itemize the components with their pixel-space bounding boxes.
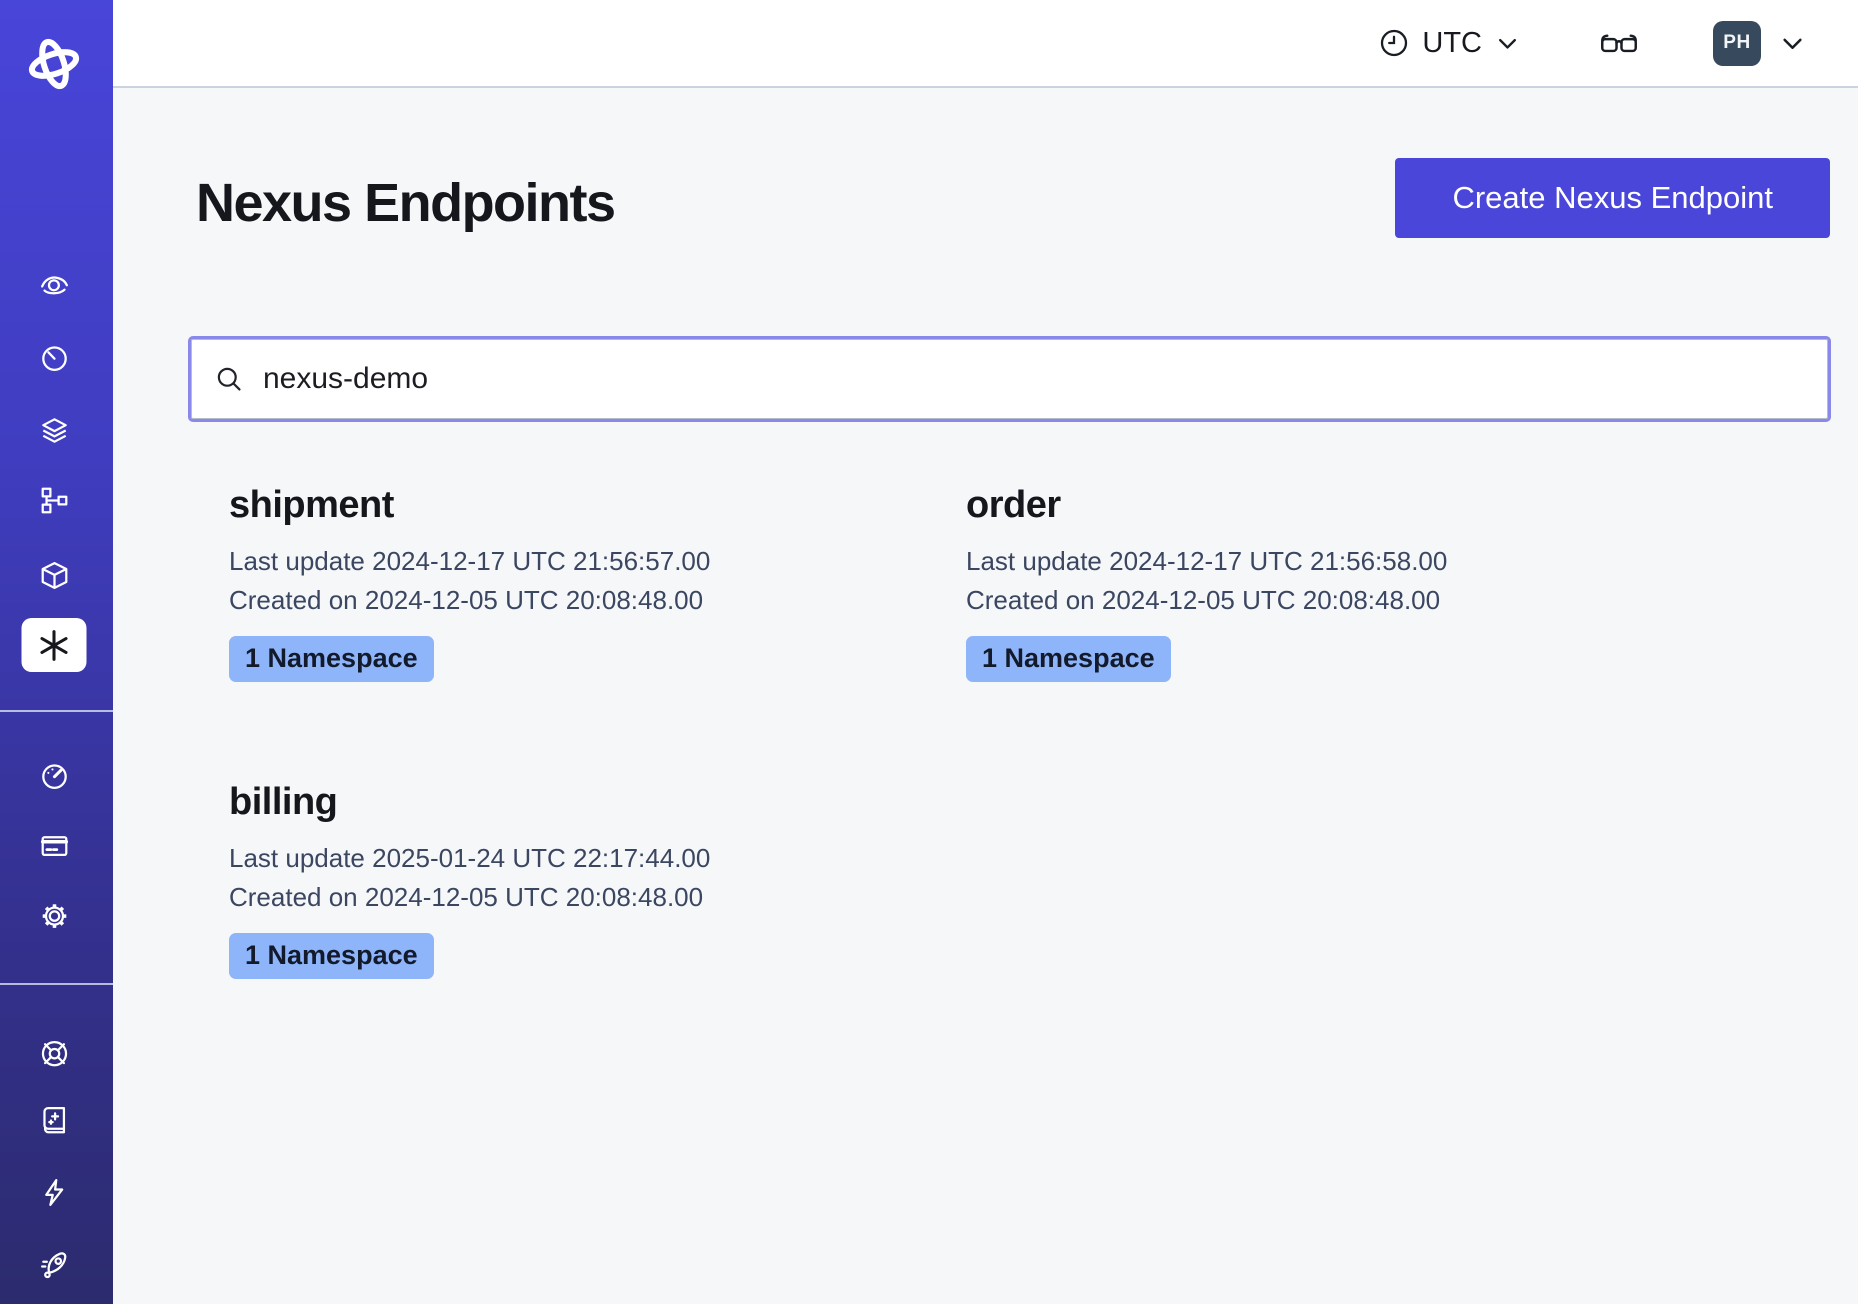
namespace-count-badge: 1 Namespace <box>966 636 1171 682</box>
life-ring-icon <box>38 1036 71 1069</box>
endpoint-created-on: Created on 2024-12-05 UTC 20:08:48.00 <box>966 581 1830 620</box>
main-content: Nexus Endpoints Create Nexus Endpoint sh… <box>113 90 1858 1304</box>
temporal-logo-icon <box>25 35 83 93</box>
search-box <box>188 336 1831 422</box>
gauge-icon <box>38 759 71 792</box>
credit-card-icon <box>38 829 71 862</box>
lightning-icon <box>38 1176 71 1209</box>
sidebar-item-feedback[interactable] <box>18 1162 90 1222</box>
account-menu[interactable]: PH <box>1713 21 1807 66</box>
sidebar-logo-link[interactable] <box>18 34 90 94</box>
page-header: Nexus Endpoints Create Nexus Endpoint <box>188 158 1830 249</box>
search-icon <box>214 364 245 395</box>
spiral-eye-icon <box>38 267 71 300</box>
sidebar-item-billing[interactable] <box>18 815 90 875</box>
sidebar-item-docs[interactable] <box>18 1090 90 1150</box>
endpoint-card-grid: shipment Last update 2024-12-17 UTC 21:5… <box>229 484 1830 979</box>
endpoint-card-shipment: shipment Last update 2024-12-17 UTC 21:5… <box>229 484 966 682</box>
search-input[interactable] <box>263 339 1808 419</box>
timer-icon <box>38 341 71 374</box>
book-sparkles-icon <box>38 1104 71 1137</box>
chevron-down-icon <box>1494 30 1521 57</box>
sidebar-item-support[interactable] <box>18 1022 90 1082</box>
timezone-label: UTC <box>1422 27 1482 60</box>
sidebar-divider <box>0 983 113 985</box>
sidebar-item-getting-started[interactable] <box>18 1233 90 1293</box>
branch-nodes-icon <box>38 484 71 517</box>
endpoint-created-on: Created on 2024-12-05 UTC 20:08:48.00 <box>229 581 966 620</box>
sidebar-item-nexus-selected[interactable] <box>22 618 87 672</box>
sidebar-item-namespaces[interactable] <box>18 253 90 313</box>
layers-icon <box>38 414 71 447</box>
endpoint-last-update: Last update 2024-12-17 UTC 21:56:58.00 <box>966 542 1830 581</box>
sidebar-item-schedules[interactable] <box>18 327 90 387</box>
endpoint-name-link[interactable]: order <box>966 484 1830 527</box>
sidebar-item-settings[interactable] <box>18 885 90 945</box>
endpoint-created-on: Created on 2024-12-05 UTC 20:08:48.00 <box>229 878 966 917</box>
asterisk-nexus-icon <box>36 627 73 664</box>
glasses-icon <box>1599 28 1639 59</box>
sidebar-divider <box>0 710 113 712</box>
create-nexus-endpoint-button[interactable]: Create Nexus Endpoint <box>1395 158 1830 238</box>
endpoint-name-link[interactable]: shipment <box>229 484 966 527</box>
cube-icon <box>38 559 71 592</box>
namespace-count-badge: 1 Namespace <box>229 933 434 979</box>
endpoint-last-update: Last update 2024-12-17 UTC 21:56:57.00 <box>229 542 966 581</box>
sidebar-item-modules[interactable] <box>18 545 90 605</box>
avatar[interactable]: PH <box>1713 21 1761 66</box>
rocket-icon <box>38 1247 71 1280</box>
sidebar-item-deployments[interactable] <box>18 400 90 460</box>
gear-icon <box>38 899 71 932</box>
chevron-down-icon <box>1778 29 1807 58</box>
timezone-selector[interactable]: UTC <box>1378 27 1521 60</box>
namespace-count-badge: 1 Namespace <box>229 636 434 682</box>
endpoint-card-billing: billing Last update 2025-01-24 UTC 22:17… <box>229 781 966 979</box>
endpoint-last-update: Last update 2025-01-24 UTC 22:17:44.00 <box>229 839 966 878</box>
endpoint-card-order: order Last update 2024-12-17 UTC 21:56:5… <box>966 484 1830 682</box>
clock-icon <box>1378 27 1410 59</box>
endpoint-name-link[interactable]: billing <box>229 781 966 824</box>
labs-mode-toggle[interactable] <box>1599 28 1639 59</box>
sidebar-item-batch-operations[interactable] <box>18 470 90 530</box>
top-bar: UTC PH <box>113 0 1858 88</box>
sidebar-nav <box>0 0 113 1304</box>
sidebar-item-usage[interactable] <box>18 745 90 805</box>
